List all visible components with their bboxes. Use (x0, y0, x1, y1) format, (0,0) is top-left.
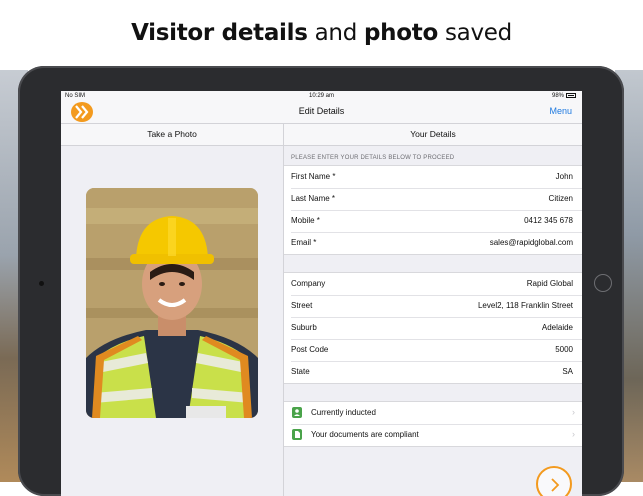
field-post-code[interactable]: Post Code 5000 (284, 339, 582, 361)
field-value[interactable]: Rapid Global (527, 279, 573, 288)
field-label: Mobile * (291, 216, 320, 225)
chevron-right-icon: › (572, 407, 575, 417)
headline-bold-1: Visitor details (131, 20, 308, 46)
headline-bold-2: photo (364, 20, 438, 46)
field-label: Post Code (291, 345, 329, 354)
menu-button[interactable]: Menu (549, 106, 572, 116)
field-value[interactable]: 0412 345 678 (524, 216, 573, 225)
field-label: State (291, 367, 310, 376)
field-first-name[interactable]: First Name * John (284, 166, 582, 188)
next-button[interactable] (536, 466, 572, 496)
visitor-photo[interactable] (86, 188, 258, 418)
status-bar: No SIM 10:29 am 98% (61, 91, 582, 101)
photo-pane-header[interactable]: Take a Photo (61, 124, 283, 146)
document-icon (292, 429, 302, 440)
battery-percent: 98% (551, 93, 564, 100)
app-screen: No SIM 10:29 am 98% Edit Details Menu Ta… (61, 91, 582, 496)
headline-light-2: saved (444, 20, 512, 46)
instruction-text: PLEASE ENTER YOUR DETAILS BELOW TO PROCE… (291, 155, 455, 161)
field-label: Suburb (291, 323, 317, 332)
field-email[interactable]: Email * sales@rapidglobal.com (284, 232, 582, 254)
field-value[interactable]: Level2, 118 Franklin Street (478, 301, 573, 310)
home-button[interactable] (594, 274, 612, 292)
camera-icon (39, 281, 44, 286)
clock: 10:29 am (308, 93, 335, 99)
company-details-group: Company Rapid Global Street Level2, 118 … (284, 272, 582, 384)
status-label: Your documents are compliant (311, 430, 419, 439)
field-mobile[interactable]: Mobile * 0412 345 678 (284, 210, 582, 232)
status-inducted[interactable]: Currently inducted › (284, 402, 582, 424)
battery-indicator: 98% (552, 93, 576, 99)
status-label: Currently inducted (311, 408, 376, 417)
details-pane-header: Your Details (284, 124, 582, 146)
chevron-right-icon (551, 478, 560, 492)
field-value[interactable]: SA (562, 367, 573, 376)
nav-bar: Edit Details Menu (61, 101, 582, 124)
field-value[interactable]: John (556, 172, 573, 181)
personal-details-group: First Name * John Last Name * Citizen Mo… (284, 165, 582, 255)
person-icon (292, 407, 302, 418)
field-label: Email * (291, 238, 317, 247)
headline-light-1: and (314, 20, 358, 46)
headline: Visitor details and photo saved (0, 20, 643, 46)
chevron-right-icon: › (572, 429, 575, 439)
photo-pane: Take a Photo (61, 124, 284, 496)
field-street[interactable]: Street Level2, 118 Franklin Street (284, 295, 582, 317)
field-value[interactable]: Adelaide (542, 323, 573, 332)
field-label: Street (291, 301, 313, 310)
field-last-name[interactable]: Last Name * Citizen (284, 188, 582, 210)
field-state[interactable]: State SA (284, 361, 582, 383)
page-title: Edit Details (298, 106, 345, 116)
field-suburb[interactable]: Suburb Adelaide (284, 317, 582, 339)
field-company[interactable]: Company Rapid Global (284, 273, 582, 295)
field-label: First Name * (291, 172, 336, 181)
battery-icon (566, 93, 576, 98)
field-value[interactable]: Citizen (549, 194, 573, 203)
field-value[interactable]: sales@rapidglobal.com (490, 238, 573, 247)
status-group: Currently inducted › Your documents are … (284, 401, 582, 447)
status-documents[interactable]: Your documents are compliant › (284, 424, 582, 446)
field-label: Company (291, 279, 326, 288)
details-pane: Your Details PLEASE ENTER YOUR DETAILS B… (284, 124, 582, 496)
field-label: Last Name * (291, 194, 336, 203)
tablet-device: No SIM 10:29 am 98% Edit Details Menu Ta… (18, 66, 624, 496)
field-value[interactable]: 5000 (555, 345, 573, 354)
